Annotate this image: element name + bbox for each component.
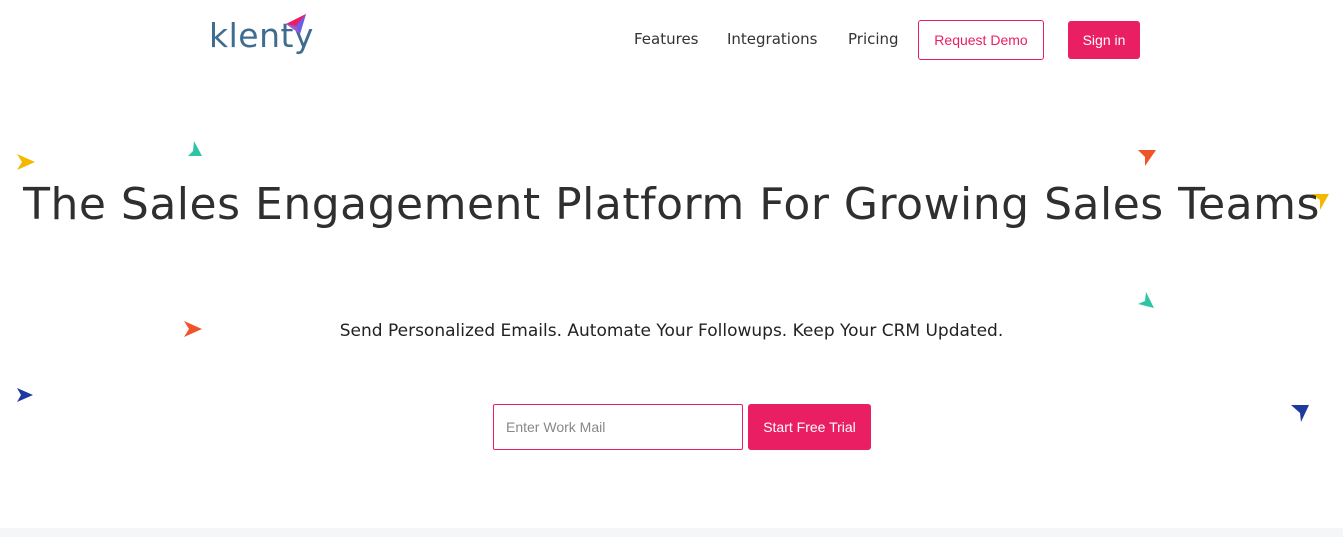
paper-plane-icon: [188, 141, 202, 156]
nav-integrations-link[interactable]: Integrations: [727, 30, 817, 48]
work-email-input[interactable]: [493, 404, 743, 450]
start-free-trial-button[interactable]: Start Free Trial: [748, 404, 871, 450]
request-demo-button[interactable]: Request Demo: [918, 20, 1044, 60]
signup-form: Start Free Trial: [493, 404, 873, 450]
paper-plane-icon: [17, 388, 33, 402]
section-divider: [0, 528, 1343, 537]
hero-title: The Sales Engagement Platform For Growin…: [23, 179, 1320, 230]
paper-plane-icon: [1291, 405, 1309, 422]
paper-plane-icon: [1138, 292, 1154, 308]
paper-plane-icon: [17, 154, 35, 170]
sign-in-button[interactable]: Sign in: [1068, 21, 1140, 59]
nav-pricing-link[interactable]: Pricing: [848, 30, 899, 48]
landing-page: klenty Features Integrations Pricing Req…: [0, 0, 1343, 537]
paper-plane-icon: [1138, 150, 1156, 166]
nav-features-link[interactable]: Features: [634, 30, 699, 48]
hero-subtitle: Send Personalized Emails. Automate Your …: [339, 321, 1004, 341]
top-nav: Features Integrations Pricing Request De…: [0, 20, 1343, 60]
